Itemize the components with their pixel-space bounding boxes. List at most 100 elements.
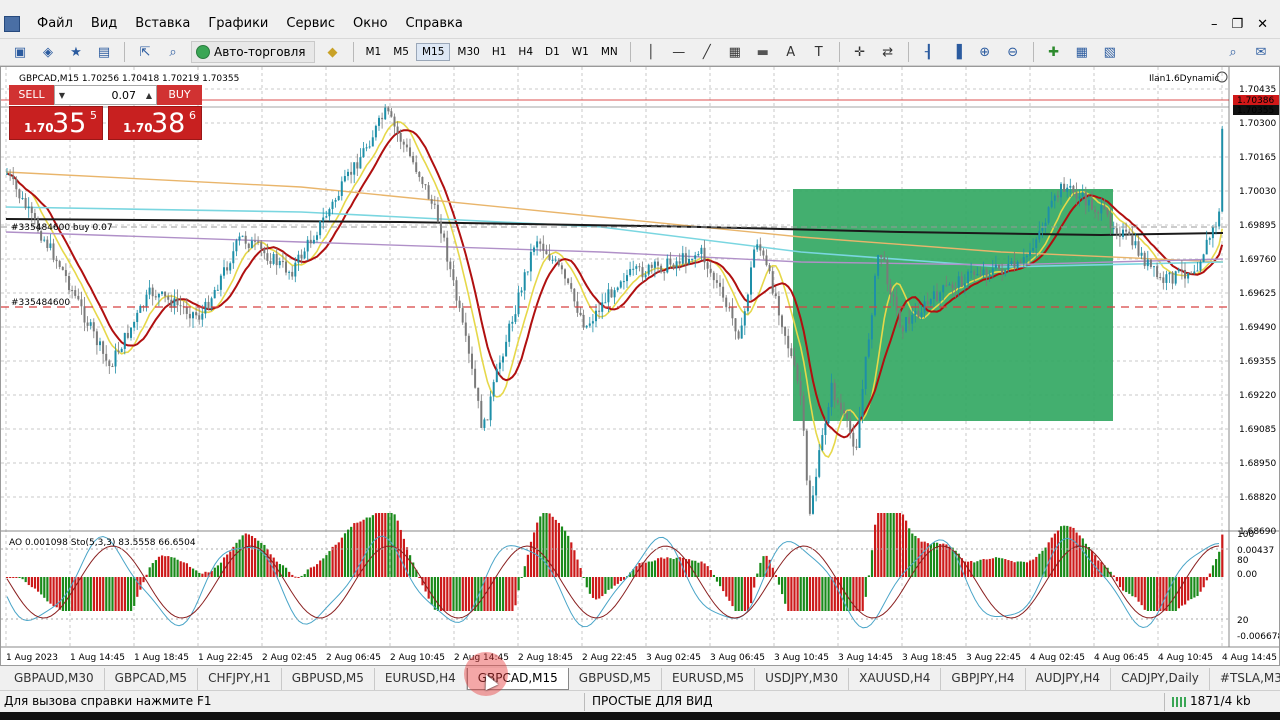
timeframe-m1[interactable]: M1: [361, 44, 387, 60]
chart-tab[interactable]: AUDJPY,H4: [1026, 668, 1112, 690]
chart-tab[interactable]: GBPAUD,M30: [4, 668, 105, 690]
menu-help[interactable]: Справка: [397, 10, 472, 38]
candle-body: [464, 322, 467, 336]
ao-bar: [176, 559, 179, 577]
chart-tab[interactable]: GBPUSD,M5: [282, 668, 375, 690]
strategy-tester-icon[interactable]: ⌕: [162, 41, 184, 63]
ao-bar: [517, 577, 520, 591]
trendline-icon[interactable]: ╱: [696, 41, 718, 63]
menu-view[interactable]: Вид: [82, 10, 126, 38]
vertical-line-icon[interactable]: │: [640, 41, 662, 63]
lot-size-input[interactable]: 0.07: [69, 89, 142, 102]
candle-body: [12, 175, 15, 180]
timeframe-h1[interactable]: H1: [487, 44, 512, 60]
candle-body: [1125, 229, 1128, 232]
rectangle-icon[interactable]: ▬: [752, 41, 774, 63]
time-tick-label: 4 Aug 06:45: [1094, 653, 1149, 663]
horizontal-line-icon[interactable]: —: [668, 41, 690, 63]
minimize-icon[interactable]: –: [1211, 17, 1218, 32]
candle-body: [684, 253, 687, 264]
candle-body: [148, 287, 151, 295]
status-connection[interactable]: 1871/4 kb: [1190, 694, 1251, 708]
candle-body: [337, 195, 340, 201]
timeframe-d1[interactable]: D1: [540, 44, 565, 60]
templates-icon[interactable]: ▧: [1099, 41, 1121, 63]
indicators-icon[interactable]: ✚: [1043, 41, 1065, 63]
buy-button-label[interactable]: BUY: [157, 85, 202, 105]
restore-icon[interactable]: ❐: [1231, 17, 1243, 32]
chat-icon[interactable]: ✉: [1250, 41, 1272, 63]
chart-canvas[interactable]: 1.70435 1.70300 1.70165 1.70030 1.69895 1.697…: [1, 67, 1279, 665]
zoom-out-icon[interactable]: ⊖: [1002, 41, 1024, 63]
tile-windows-icon[interactable]: ▦: [1071, 41, 1093, 63]
timeframe-m30[interactable]: M30: [452, 44, 484, 60]
autotrade-button[interactable]: Авто-торговля: [191, 41, 315, 63]
text-label-icon[interactable]: T: [808, 41, 830, 63]
lot-size-stepper[interactable]: ▼ 0.07 ▲: [54, 85, 157, 105]
ao-bar: [340, 537, 343, 577]
chart-tab[interactable]: #TSLA,M30: [1210, 668, 1280, 690]
chart-tab[interactable]: CHFJPY,H1: [198, 668, 282, 690]
navigator-icon[interactable]: ▤: [93, 41, 115, 63]
chart-tab[interactable]: USDJPY,M30: [755, 668, 850, 690]
time-tick-label: 3 Aug 02:45: [646, 653, 701, 663]
ao-bar: [1060, 526, 1063, 577]
ao-bar: [774, 575, 777, 577]
text-icon[interactable]: A: [780, 41, 802, 63]
ao-bar: [102, 577, 105, 611]
timeframe-w1[interactable]: W1: [567, 44, 594, 60]
green-rectangle-object[interactable]: [793, 189, 1113, 421]
chart-tab[interactable]: EURUSD,M5: [662, 668, 756, 690]
search-icon[interactable]: ⌕: [1222, 41, 1244, 63]
arrows-icon[interactable]: ⇄: [877, 41, 899, 63]
menu-charts[interactable]: Графики: [199, 10, 277, 38]
timeframe-m15[interactable]: M15: [416, 43, 451, 61]
candle-body: [560, 265, 563, 270]
new-order-icon[interactable]: ◆: [322, 41, 344, 63]
chart-tab[interactable]: GBPUSD,M5: [569, 668, 663, 690]
channel-icon[interactable]: ▦: [724, 41, 746, 63]
lot-increase-icon[interactable]: ▲: [142, 91, 156, 100]
candle-body: [557, 259, 560, 266]
candle-body: [1184, 269, 1186, 279]
zoom-in-icon[interactable]: ⊕: [974, 41, 996, 63]
candle-body: [715, 280, 718, 283]
app-icon[interactable]: [4, 16, 20, 32]
menu-window[interactable]: Окно: [344, 10, 397, 38]
crosshair-icon[interactable]: ✛: [849, 41, 871, 63]
status-profile[interactable]: ПРОСТЫЕ ДЛЯ ВИД: [592, 694, 713, 708]
sell-button-label[interactable]: SELL: [9, 85, 54, 105]
menu-insert[interactable]: Вставка: [126, 10, 199, 38]
chart-tab[interactable]: CADJPY,Daily: [1111, 668, 1210, 690]
candle-body: [288, 271, 291, 273]
favorites-icon[interactable]: ★: [65, 41, 87, 63]
chart-tab[interactable]: GBPCAD,M5: [105, 668, 199, 690]
new-chart-icon[interactable]: ▣: [9, 41, 31, 63]
timeframe-m5[interactable]: M5: [388, 44, 414, 60]
ao-bar: [331, 546, 334, 577]
menu-file[interactable]: Файл: [28, 10, 82, 38]
candle-body: [917, 311, 920, 318]
timeframe-mn[interactable]: MN: [596, 44, 623, 60]
chart-tab[interactable]: GBPJPY,H4: [941, 668, 1026, 690]
candles-icon[interactable]: ▐: [946, 41, 968, 63]
sell-price-button[interactable]: 1.70 35 5: [9, 106, 103, 140]
chart-window[interactable]: 1.70435 1.70300 1.70165 1.70030 1.69895 1.697…: [0, 66, 1280, 666]
ao-bar: [660, 557, 663, 577]
ao-bar: [1137, 577, 1140, 602]
chart-tab[interactable]: XAUUSD,H4: [849, 668, 942, 690]
candle-body: [1180, 269, 1183, 271]
ao-bar: [877, 513, 880, 577]
lot-decrease-icon[interactable]: ▼: [55, 91, 69, 100]
buy-price-button[interactable]: 1.70 38 6: [108, 106, 202, 140]
close-icon[interactable]: ✕: [1257, 17, 1268, 32]
candle-body: [929, 299, 932, 305]
timeframe-h4[interactable]: H4: [513, 44, 538, 60]
ao-bar: [756, 573, 759, 577]
bar-chart-icon[interactable]: ┨: [918, 41, 940, 63]
menu-tools[interactable]: Сервис: [277, 10, 344, 38]
market-watch-icon[interactable]: ⇱: [134, 41, 156, 63]
chart-tabs: GBPAUD,M30 GBPCAD,M5 CHFJPY,H1 GBPUSD,M5 EUR…: [0, 668, 1280, 690]
chart-tab[interactable]: EURUSD,H4: [375, 668, 467, 690]
profiles-icon[interactable]: ◈: [37, 41, 59, 63]
